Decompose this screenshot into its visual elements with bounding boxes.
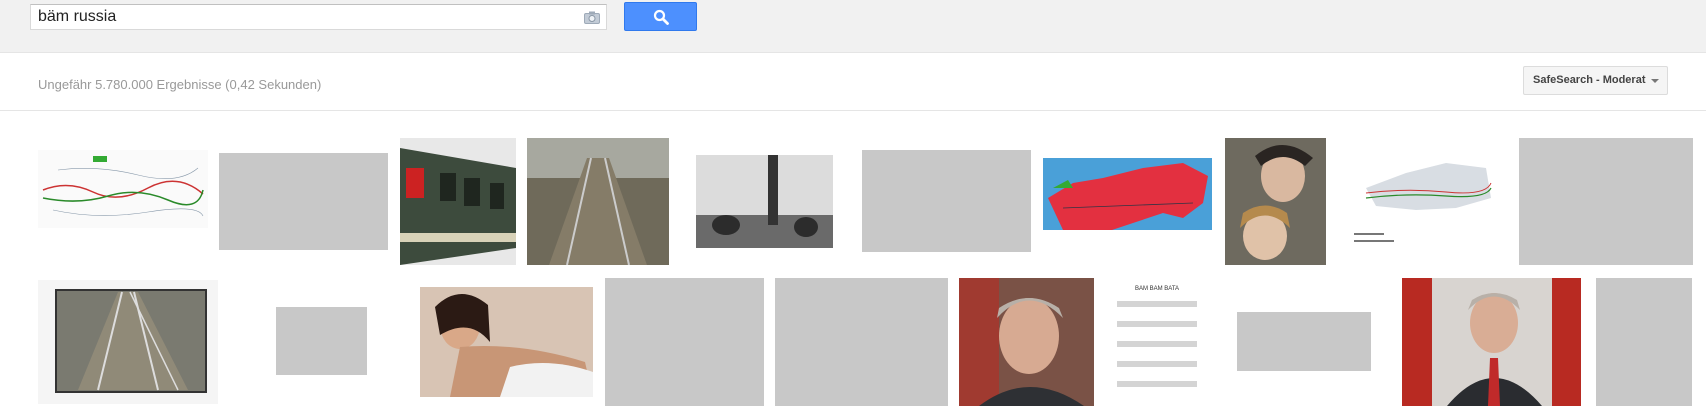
camera-icon[interactable] [584, 11, 600, 24]
image-result[interactable] [1225, 138, 1326, 265]
image-result[interactable] [400, 138, 516, 265]
image-result[interactable] [1237, 312, 1371, 371]
image-result[interactable] [38, 150, 208, 228]
image-result[interactable] [276, 307, 367, 375]
search-button[interactable] [624, 2, 697, 31]
safesearch-label: SafeSearch - Moderat [1533, 74, 1646, 86]
safesearch-dropdown[interactable]: SafeSearch - Moderat [1523, 66, 1668, 95]
image-result[interactable] [1596, 278, 1692, 406]
sheet-title: BAM BAM BATA [1135, 286, 1179, 292]
chevron-down-icon [1651, 79, 1659, 83]
result-info-bar: Ungefähr 5.780.000 Ergebnisse (0,42 Seku… [0, 53, 1706, 111]
image-result[interactable]: BAM BAM BATA [1113, 282, 1201, 394]
image-result[interactable] [959, 278, 1094, 406]
image-result[interactable] [696, 155, 833, 248]
image-result[interactable] [862, 150, 1031, 252]
search-icon [653, 9, 669, 25]
image-result[interactable] [1346, 148, 1497, 253]
image-result[interactable] [420, 287, 593, 397]
image-result[interactable] [1043, 158, 1212, 240]
image-result[interactable] [605, 278, 764, 406]
search-input[interactable] [38, 7, 558, 27]
image-result[interactable] [38, 280, 218, 404]
search-box[interactable] [30, 4, 607, 30]
image-result[interactable] [527, 138, 669, 265]
image-result[interactable] [775, 278, 948, 406]
header-bar [0, 0, 1706, 53]
result-stats: Ungefähr 5.780.000 Ergebnisse (0,42 Seku… [38, 77, 322, 92]
image-result[interactable] [1519, 138, 1693, 265]
image-result[interactable] [219, 153, 388, 250]
image-result[interactable] [1402, 278, 1581, 406]
